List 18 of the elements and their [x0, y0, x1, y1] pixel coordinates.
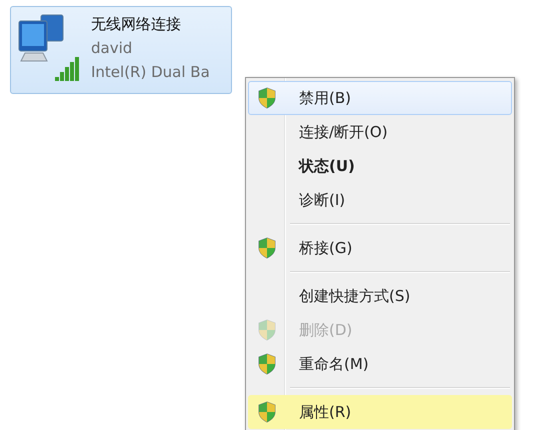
menu-item[interactable]: 创建快捷方式(S) — [248, 279, 512, 313]
shield-icon — [257, 237, 277, 259]
menu-item[interactable]: 属性(R) — [248, 395, 512, 429]
menu-item[interactable]: 状态(U) — [248, 149, 512, 183]
menu-item[interactable]: 桥接(G) — [248, 231, 512, 265]
network-name: david — [91, 38, 134, 59]
adapter-name: 无线网络连接 — [91, 14, 182, 35]
shield-icon — [257, 87, 277, 109]
network-adapter-card[interactable]: 无线网络连接 david Intel(R) Dual Ba — [10, 6, 232, 94]
menu-item[interactable]: 连接/断开(O) — [248, 115, 512, 149]
menu-item[interactable]: 重命名(M) — [248, 347, 512, 381]
shield-icon — [257, 319, 277, 341]
menu-item[interactable]: 禁用(B) — [248, 81, 512, 115]
shield-icon — [257, 353, 277, 375]
signal-bars-icon — [55, 57, 81, 81]
shield-icon — [257, 401, 277, 423]
device-name: Intel(R) Dual Ba — [91, 62, 210, 83]
menu-item[interactable]: 诊断(I) — [248, 183, 512, 217]
